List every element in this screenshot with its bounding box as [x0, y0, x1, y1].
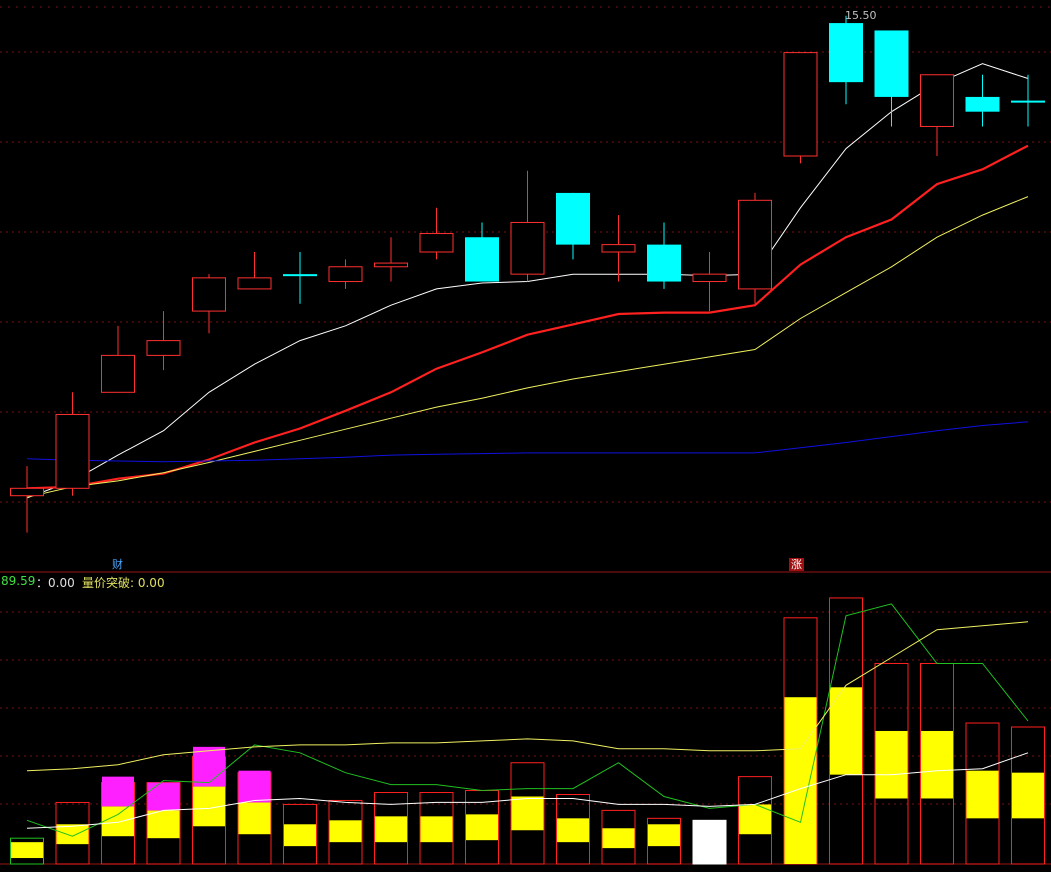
volume-segment	[648, 824, 680, 847]
candle-body	[647, 244, 681, 282]
volume-segment	[921, 730, 953, 799]
candle-body	[374, 262, 408, 268]
candle-body	[465, 237, 499, 282]
indicator-value: 89.59	[1, 574, 36, 588]
volume-segment	[966, 770, 999, 819]
volume-segment	[1012, 772, 1044, 819]
candle-body	[965, 96, 1000, 112]
volume-segment	[466, 814, 498, 841]
candle-body	[237, 277, 272, 290]
candle-body	[1011, 100, 1045, 103]
candle-body	[146, 340, 181, 356]
volume-segment	[102, 806, 134, 837]
volume-segment	[238, 802, 271, 835]
volume-segment-highlight	[238, 770, 271, 803]
volume-segment-highlight	[102, 776, 134, 807]
volume-segment	[875, 730, 908, 799]
volume-segment	[557, 818, 589, 843]
rise-marker[interactable]: 涨	[789, 558, 804, 571]
candle-body	[510, 221, 545, 275]
indicator-separator: ：0.00	[36, 576, 75, 590]
volume-segment	[420, 816, 453, 843]
candle-body	[192, 277, 226, 312]
volume-segment	[284, 824, 316, 847]
finance-marker[interactable]: 财	[110, 558, 125, 571]
volume-segment	[511, 796, 544, 831]
candle-body	[328, 266, 363, 283]
volume-segment	[147, 810, 180, 839]
volume-segment	[375, 816, 407, 843]
candle-body	[829, 23, 863, 83]
candle-body	[419, 233, 454, 253]
candle-body	[101, 354, 135, 393]
volume-segment	[602, 828, 635, 849]
peak-price-label: 15.50	[845, 9, 877, 22]
volume-segment	[784, 697, 817, 864]
candle-body	[738, 199, 772, 290]
candle-body	[920, 74, 954, 127]
candle-body	[692, 273, 727, 283]
candle-body	[10, 487, 44, 497]
candle-body	[55, 413, 90, 489]
moving-average-line	[26, 421, 1029, 463]
volume-segment-highlight	[147, 782, 180, 811]
candle-body	[783, 52, 818, 157]
volume-segment-highlight	[193, 746, 225, 787]
volume-segment	[329, 820, 362, 843]
indicator-name: 量价突破: 0.00	[82, 576, 165, 590]
volume-bar	[692, 819, 727, 865]
stock-chart	[0, 6, 1051, 865]
candle-body	[283, 274, 317, 277]
candle-body	[874, 30, 909, 97]
candle-body	[556, 192, 590, 245]
candle-body	[601, 244, 636, 253]
volume-segment	[11, 842, 43, 859]
